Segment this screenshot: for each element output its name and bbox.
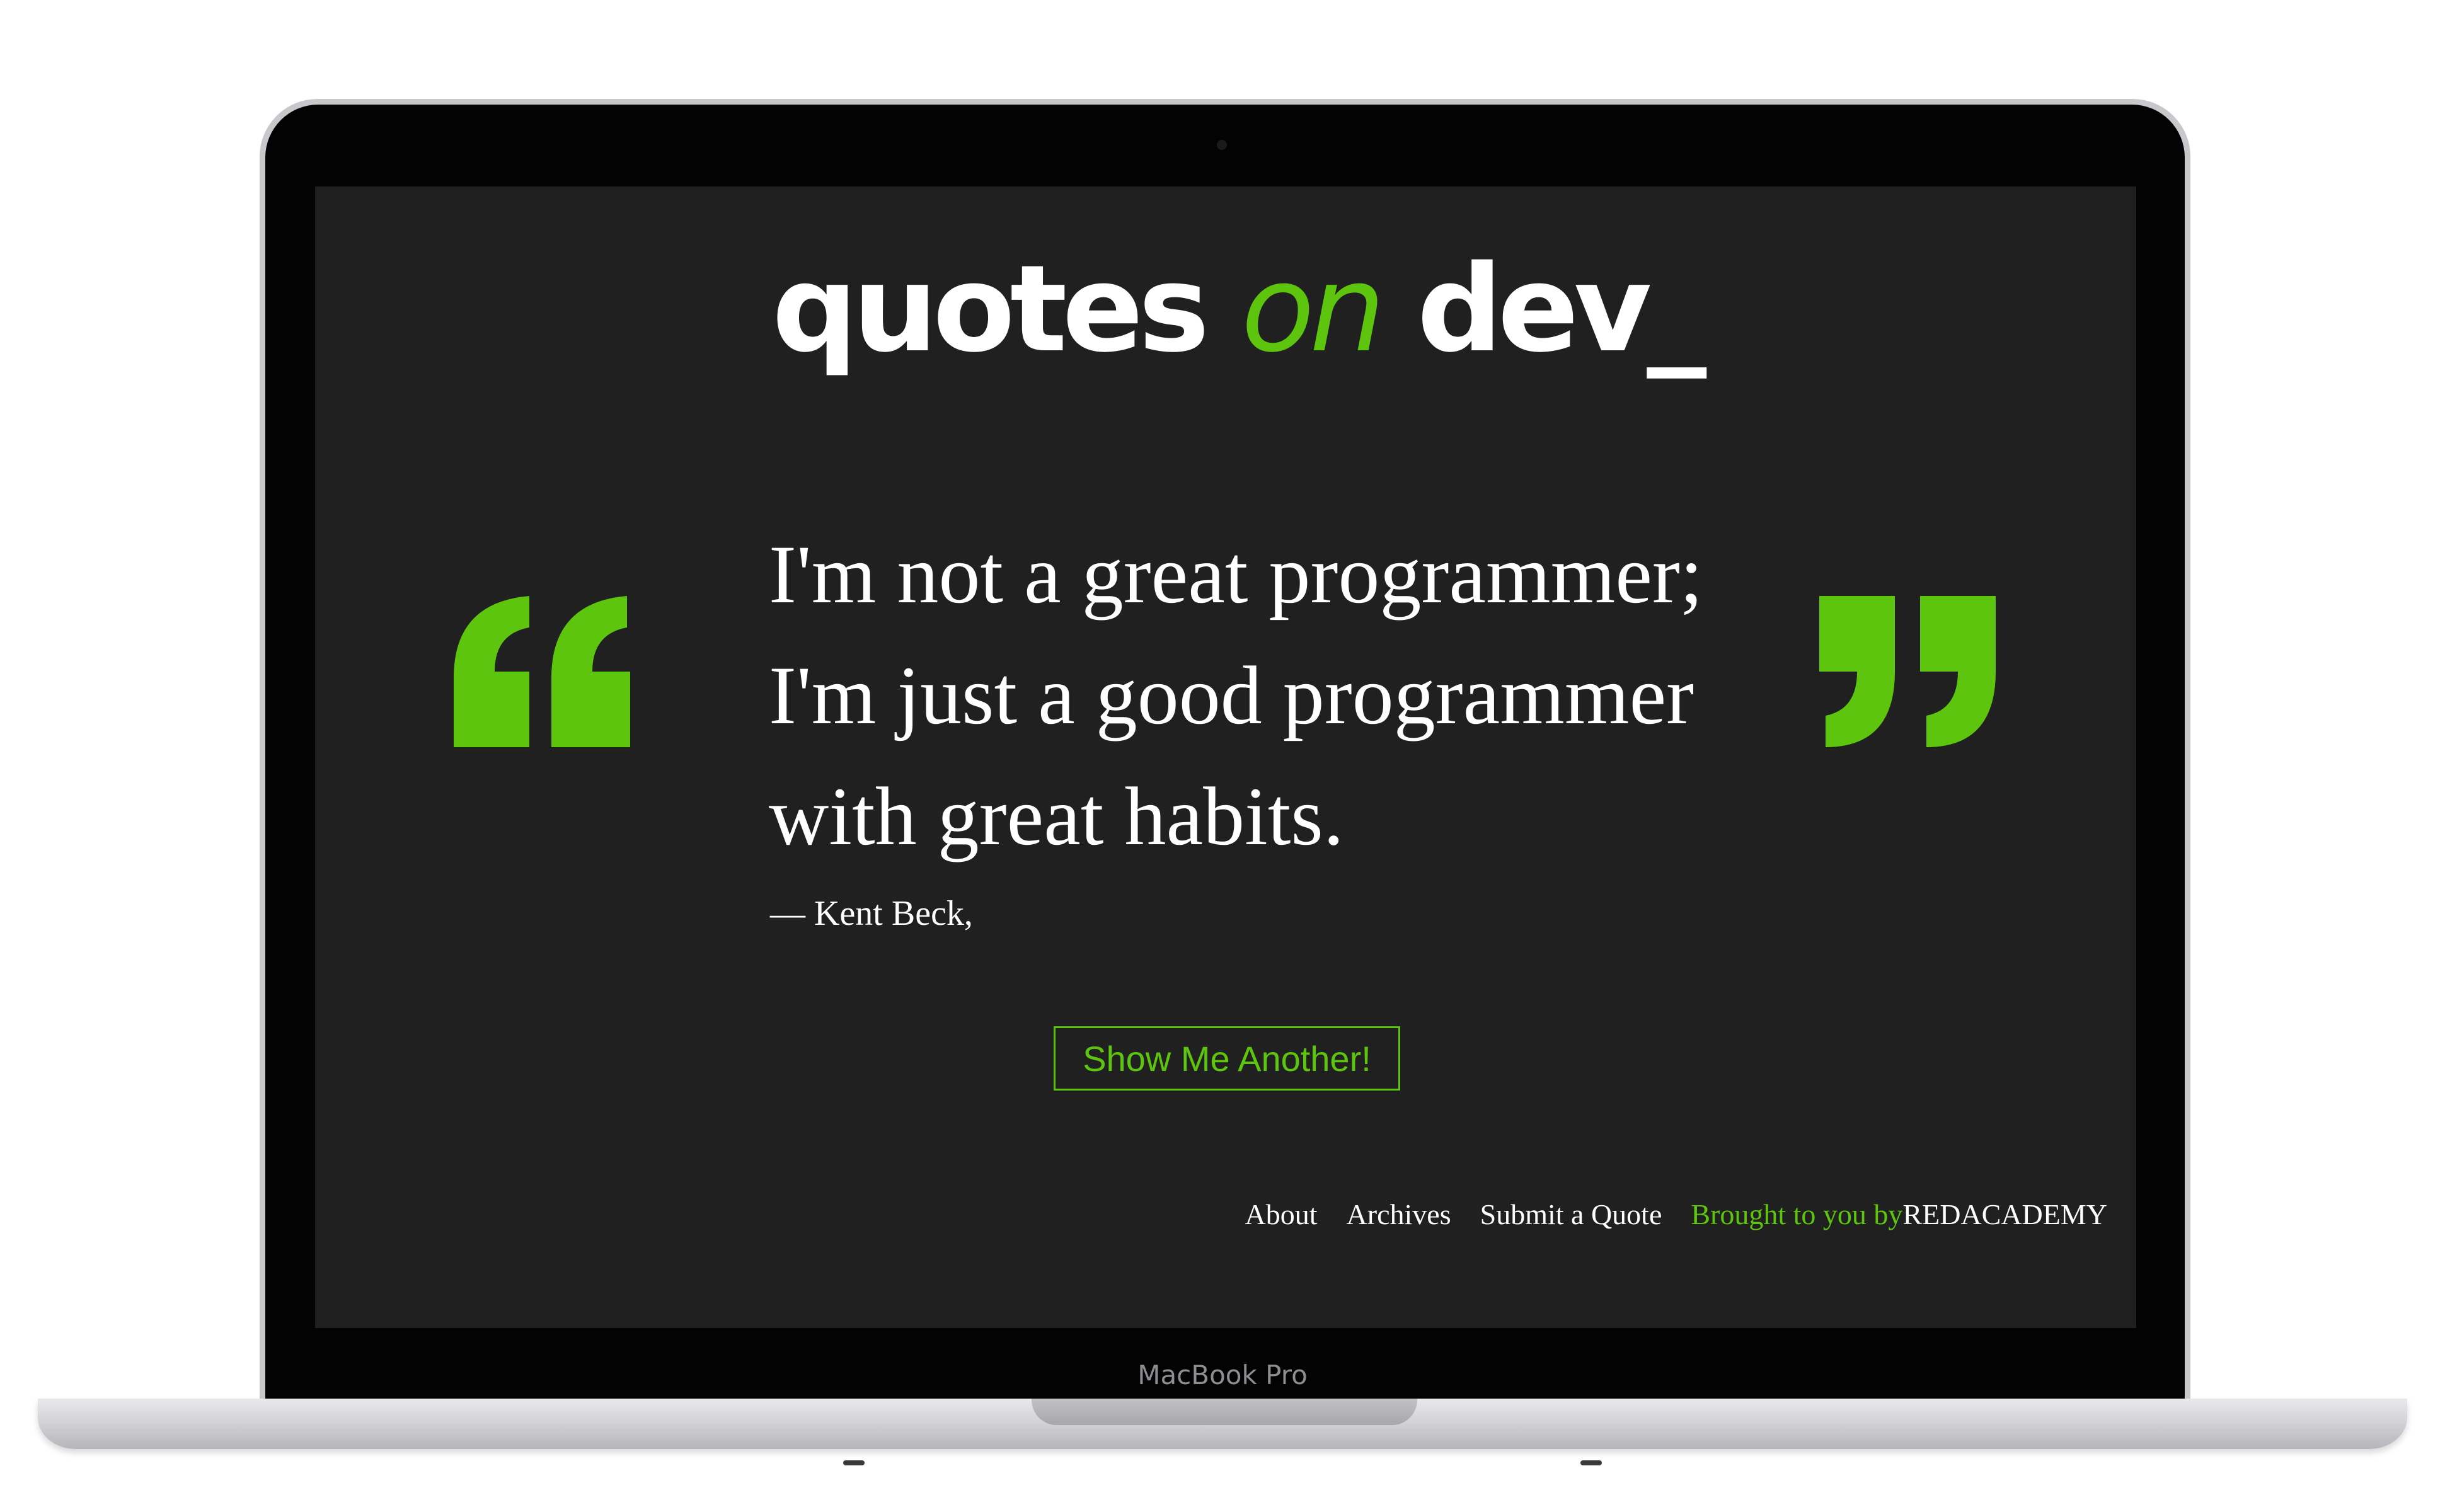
footer-credit-brand-link[interactable]: REDACADEMY [1902, 1198, 2107, 1230]
laptop-foot-right [1580, 1460, 1602, 1465]
laptop-foot-left [843, 1460, 865, 1465]
site-logo[interactable]: quotes on dev_ [772, 249, 1706, 369]
open-quote-icon [454, 596, 630, 747]
logo-text-quotes: quotes [772, 239, 1241, 379]
laptop-mockup: quotes on dev_ I'm not a great programme… [0, 0, 2445, 1512]
quote-author: — Kent Beck, [770, 894, 973, 933]
device-model-label: MacBook Pro [1137, 1360, 1308, 1390]
close-quote-icon [1819, 596, 1996, 747]
logo-text-on: on [1241, 239, 1386, 379]
footer-link-submit-quote[interactable]: Submit a Quote [1480, 1198, 1662, 1231]
footer-link-archives[interactable]: Archives [1347, 1198, 1451, 1231]
logo-text-dev: dev_ [1380, 239, 1707, 379]
camera-icon [1217, 140, 1227, 150]
quote-text: I'm not a great programmer; I'm just a g… [769, 528, 1703, 862]
browser-screen: quotes on dev_ I'm not a great programme… [315, 186, 2136, 1328]
show-another-button[interactable]: Show Me Another! [1054, 1026, 1400, 1091]
footer-link-about[interactable]: About [1245, 1198, 1318, 1231]
footer-credit-prefix: Brought to you by [1691, 1198, 1903, 1230]
footer-credit: Brought to you byREDACADEMY [1691, 1198, 2107, 1231]
laptop-opening-notch [1032, 1399, 1417, 1425]
site-footer: About Archives Submit a Quote Brought to… [1216, 1198, 2107, 1231]
